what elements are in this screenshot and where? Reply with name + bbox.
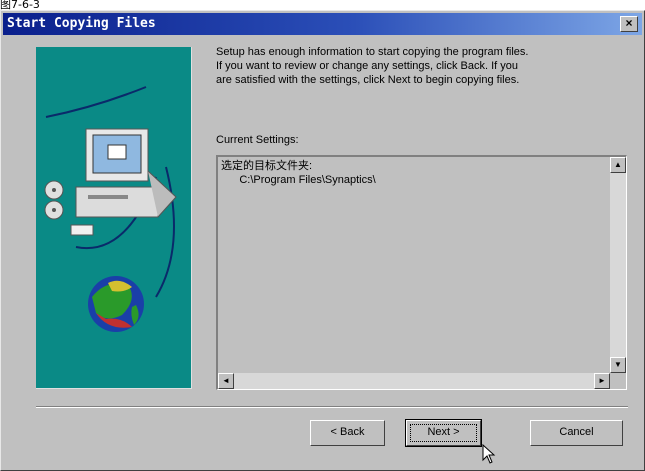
current-settings-label: Current Settings: (216, 134, 299, 146)
description-line: are satisfied with the settings, click N… (216, 74, 520, 86)
scroll-left-button[interactable]: ◄ (218, 373, 234, 389)
scroll-right-button[interactable]: ► (594, 373, 610, 389)
mouse-pointer-icon (482, 444, 496, 464)
cancel-button[interactable]: Cancel (530, 420, 623, 446)
scroll-up-button[interactable]: ▲ (610, 157, 626, 173)
close-button[interactable]: × (620, 16, 638, 32)
horizontal-scrollbar[interactable]: ◄ ► (218, 373, 610, 389)
back-button[interactable]: < Back (310, 420, 385, 446)
settings-line: C:\Program Files\Synaptics\ (221, 174, 376, 186)
setup-illustration (36, 47, 192, 389)
next-button[interactable]: Next > (405, 419, 482, 447)
settings-line: 选定的目标文件夹: (221, 160, 313, 172)
settings-content: 选定的目标文件夹: C:\Program Files\Synaptics\ (221, 159, 376, 187)
window-title: Start Copying Files (7, 16, 156, 31)
page-caption: 图7-6-3 (0, 0, 40, 10)
scrollbar-corner (610, 373, 626, 389)
description-line: Setup has enough information to start co… (216, 46, 529, 58)
button-separator (36, 406, 628, 408)
vertical-scrollbar[interactable]: ▲ ▼ (610, 157, 626, 373)
setup-description: Setup has enough information to start co… (216, 45, 628, 87)
title-bar[interactable]: Start Copying Files × (3, 13, 642, 35)
current-settings-textbox[interactable]: 选定的目标文件夹: C:\Program Files\Synaptics\ ▲ … (216, 155, 627, 390)
scroll-down-button[interactable]: ▼ (610, 357, 626, 373)
description-line: If you want to review or change any sett… (216, 60, 519, 72)
focus-rect (410, 424, 477, 442)
